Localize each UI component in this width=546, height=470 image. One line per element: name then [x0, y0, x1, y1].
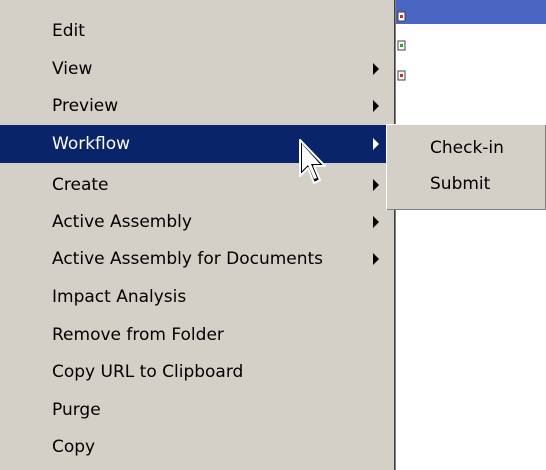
document-icon [397, 11, 407, 22]
menu-item-impact-analysis[interactable]: Impact Analysis [0, 278, 392, 316]
menu-item-copy[interactable]: Copy [0, 428, 392, 466]
menu-item-label: View [52, 59, 93, 79]
submenu-arrow-icon [373, 138, 379, 150]
menu-item-label: Active Assembly for Documents [52, 249, 324, 269]
menu-item-label: Remove from Folder [52, 325, 224, 345]
submenu-arrow-icon [373, 216, 379, 228]
menu-item-label: Create [52, 175, 109, 195]
menu-item-purge[interactable]: Purge [0, 391, 392, 429]
desktop: { "menu": { "items": [ { "label": "Edit"… [0, 0, 546, 470]
menu-item-preview[interactable]: Preview [0, 87, 392, 125]
menu-item-active-assembly[interactable]: Active Assembly [0, 203, 392, 241]
submenu-item-check-in[interactable]: Check-in [387, 131, 545, 165]
menu-item-label: Preview [52, 96, 119, 116]
menu-item-copy-url[interactable]: Copy URL to Clipboard [0, 353, 392, 391]
submenu-arrow-icon [373, 100, 379, 112]
menu-item-label: Active Assembly [52, 212, 192, 232]
workflow-submenu: Check-in Submit [386, 124, 546, 210]
submenu-arrow-icon [373, 63, 379, 75]
submenu-item-label: Submit [430, 174, 491, 194]
selected-list-row[interactable] [396, 0, 546, 24]
document-icon [397, 70, 407, 81]
mouse-pointer-icon [298, 138, 332, 190]
document-icon [397, 40, 407, 51]
menu-item-label: Copy [52, 437, 96, 457]
menu-item-edit[interactable]: Edit [0, 12, 392, 50]
menu-item-label: Impact Analysis [52, 287, 187, 307]
menu-item-remove-from-folder[interactable]: Remove from Folder [0, 316, 392, 354]
menu-item-create[interactable]: Create [0, 166, 392, 204]
menu-item-active-assembly-for-documents[interactable]: Active Assembly for Documents [0, 240, 392, 278]
submenu-arrow-icon [373, 253, 379, 265]
menu-item-workflow[interactable]: Workflow [0, 125, 392, 163]
menu-item-view[interactable]: View [0, 50, 392, 88]
menu-item-label: Workflow [52, 134, 131, 154]
context-menu: Edit View Preview Workflow Create Active… [0, 0, 396, 470]
menu-item-label: Copy URL to Clipboard [52, 362, 244, 382]
submenu-item-submit[interactable]: Submit [387, 167, 545, 201]
menu-item-label: Edit [52, 21, 85, 41]
submenu-arrow-icon [373, 179, 379, 191]
menu-item-label: Purge [52, 400, 101, 420]
submenu-item-label: Check-in [430, 138, 504, 158]
